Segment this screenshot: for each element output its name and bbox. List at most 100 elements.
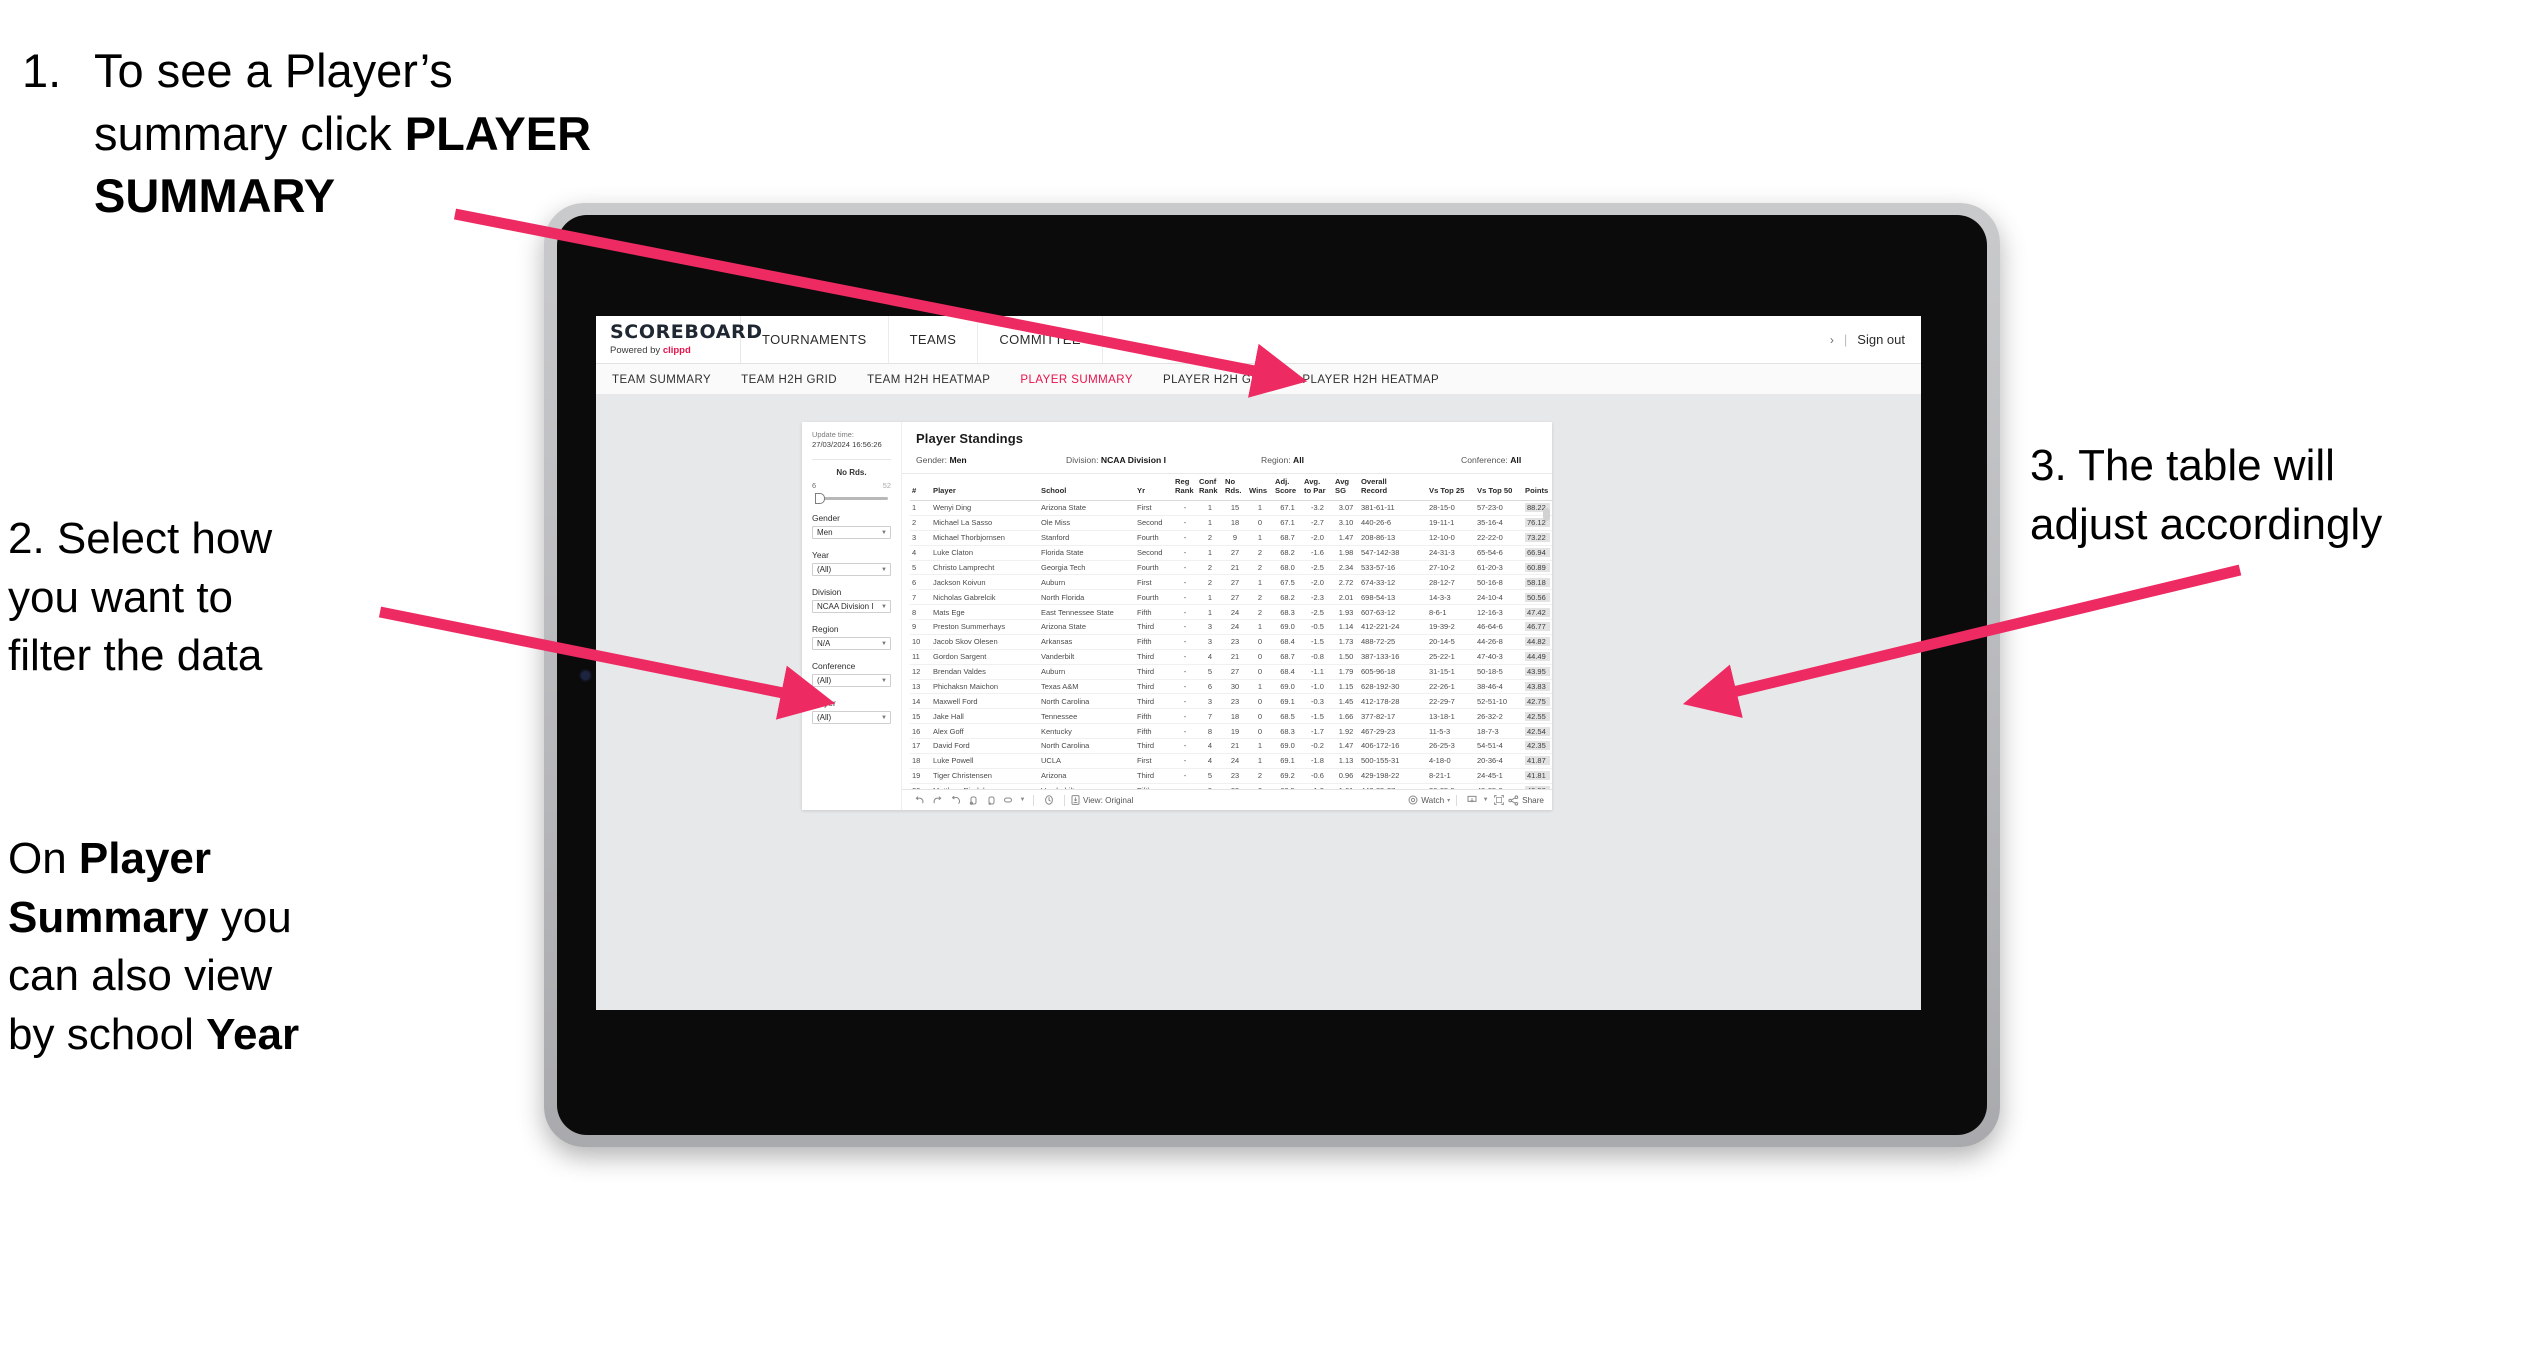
col-avg-sg[interactable]: Avg SG — [1333, 474, 1359, 501]
table-row[interactable]: 16 Alex Goff Kentucky Fifth -8 19 0 68.3 -1.7 1.9… — [910, 723, 1552, 739]
topbar-divider: | — [1843, 332, 1848, 347]
table-row[interactable]: 12 Brendan Valdes Auburn Third -5 27 0 68.4 -1.1… — [910, 664, 1552, 680]
cell-rank: 12 — [910, 664, 931, 680]
col-yr[interactable]: Yr — [1135, 474, 1173, 501]
refresh-data-icon[interactable] — [964, 792, 982, 808]
tab-player-summary[interactable]: PLAYER SUMMARY — [1020, 374, 1133, 386]
redo-icon[interactable] — [928, 792, 946, 808]
cell-conf-rank: 3 — [1197, 634, 1223, 650]
table-row[interactable]: 1 Wenyi Ding Arizona State First -1 15 1 67.1 -3… — [910, 500, 1552, 516]
table-row[interactable]: 4 Luke Claton Florida State Second -1 27 2 68.2… — [910, 545, 1552, 561]
download-icon[interactable] — [1463, 792, 1481, 808]
filter-region-select[interactable]: N/A ▼ — [812, 637, 891, 651]
col-wins[interactable]: Wins — [1247, 474, 1273, 501]
undo-icon[interactable] — [910, 792, 928, 808]
cell-adj-score: 67.1 — [1273, 515, 1302, 531]
cell-avg-to-par: -0.5 — [1302, 619, 1333, 635]
highlight-caret-icon[interactable]: ▼ — [1018, 792, 1027, 808]
col-vs-top-50[interactable]: Vs Top 50 — [1475, 474, 1523, 501]
table-row[interactable]: 13 Phichaksn Maichon Texas A&M Third -6 30 1 69… — [910, 679, 1552, 695]
col-school[interactable]: School — [1039, 474, 1135, 501]
cell-no-rds: 9 — [1223, 530, 1247, 546]
col-adj-score[interactable]: Adj. Score — [1273, 474, 1302, 501]
watch-button[interactable]: Watch ▾ — [1408, 795, 1450, 805]
table-row[interactable]: 10 Jacob Skov Olesen Arkansas Fifth -3 23 0 68.… — [910, 634, 1552, 650]
annotation-step-2-line3: filter the data — [8, 631, 263, 681]
cell-conf-rank: 1 — [1197, 589, 1223, 606]
col-player[interactable]: Player — [931, 474, 1039, 501]
table-row[interactable]: 2 Michael La Sasso Ole Miss Second -1 18 0 67.1… — [910, 515, 1552, 531]
fullscreen-icon[interactable] — [1490, 792, 1508, 808]
brand-logo[interactable]: SCOREBOARD Powered by clippd — [596, 316, 763, 363]
table-row[interactable]: 15 Jake Hall Tennessee Fifth -7 18 0 68.5 -1.5 1.… — [910, 708, 1552, 725]
share-button[interactable]: Share — [1508, 794, 1544, 806]
col-rank[interactable]: # — [910, 474, 931, 501]
filter-gender-select[interactable]: Men ▼ — [812, 526, 891, 540]
cell-reg-rank: - — [1173, 768, 1197, 784]
revert-icon[interactable] — [946, 792, 964, 808]
cell-vs-top-50: 44-26-8 — [1475, 634, 1523, 650]
highlight-icon[interactable] — [1000, 792, 1018, 808]
sign-out-button[interactable]: Sign out — [1857, 332, 1905, 347]
slider-handle[interactable] — [815, 493, 825, 505]
no-rounds-slider-track[interactable] — [812, 493, 891, 505]
tab-team-h2h-heatmap[interactable]: TEAM H2H HEATMAP — [867, 374, 990, 386]
table-row[interactable]: 8 Mats Ege East Tennessee State Fifth -1 24 2 6… — [910, 604, 1552, 620]
cell-wins: 0 — [1247, 708, 1273, 725]
table-row[interactable]: 17 David Ford North Carolina Third -4 21 1 69.0… — [910, 738, 1552, 754]
cell-yr: Second — [1135, 545, 1173, 561]
cell-overall-record: 488-72-25 — [1359, 634, 1427, 650]
topnav-item-committee[interactable]: COMMITTEE — [978, 316, 1103, 363]
tab-team-h2h-grid[interactable]: TEAM H2H GRID — [741, 374, 837, 386]
table-row[interactable]: 11 Gordon Sargent Vanderbilt Third -4 21 0 68.7… — [910, 649, 1552, 665]
summary-region: Region: All — [1261, 455, 1461, 465]
topnav-item-teams[interactable]: TEAMS — [889, 316, 979, 363]
col-avg-to-par[interactable]: Avg. to Par — [1302, 474, 1333, 501]
no-rounds-max: 52 — [882, 481, 891, 491]
col-no-rds[interactable]: No Rds. — [1223, 474, 1247, 501]
annotation-step-1-line3-bold: SUMMARY — [94, 169, 336, 222]
cell-adj-score: 68.2 — [1273, 589, 1302, 606]
cell-player: Matthew Riedel — [931, 783, 1039, 789]
cell-conf-rank: 1 — [1197, 515, 1223, 531]
annotation-step-3-line2: adjust accordingly — [2030, 499, 2383, 549]
scrollbar-thumb[interactable] — [1543, 508, 1550, 521]
table-row[interactable]: 20Matthew RiedelVanderbiltFifth-923068.5… — [910, 783, 1552, 789]
chevron-right-icon[interactable]: › — [1830, 333, 1834, 347]
table-row[interactable]: 7 Nicholas Gabrelcik North Florida Fourth -1… — [910, 589, 1552, 606]
table-row[interactable]: 19 Tiger Christensen Arizona Third -5 23 2 69.2… — [910, 768, 1552, 784]
pause-auto-update-icon[interactable] — [1040, 792, 1058, 808]
table-row[interactable]: 9 Preston Summerhays Arizona State Third -3 2… — [910, 619, 1552, 635]
cell-adj-score: 69.0 — [1273, 738, 1302, 754]
tab-team-summary[interactable]: TEAM SUMMARY — [612, 374, 711, 386]
col-points[interactable]: Points — [1523, 474, 1552, 501]
table-row[interactable]: 3 Michael Thorbjornsen Stanford Fourth -2 9 1 6… — [910, 530, 1552, 546]
cell-avg-sg: 2.34 — [1333, 560, 1359, 576]
brand-title: SCOREBOARD — [610, 321, 763, 343]
pause-updates-icon[interactable] — [982, 792, 1000, 808]
cell-conf-rank: 5 — [1197, 664, 1223, 680]
col-reg-rank[interactable]: Reg Rank — [1173, 474, 1197, 501]
filter-player-select[interactable]: (All) ▼ — [812, 711, 891, 725]
cell-adj-score: 68.3 — [1273, 723, 1302, 739]
tab-player-h2h-heatmap[interactable]: PLAYER H2H HEATMAP — [1302, 374, 1439, 386]
no-rounds-slider-filter[interactable]: No Rds. 6 52 — [812, 468, 891, 505]
view-original-button[interactable]: View: Original — [1071, 795, 1133, 805]
download-caret-icon[interactable]: ▼ — [1481, 792, 1490, 808]
table-row[interactable]: 14 Maxwell Ford North Carolina Third -3 23 0 69… — [910, 693, 1552, 710]
table-vertical-scrollbar[interactable] — [1543, 508, 1550, 785]
cell-avg-to-par: -2.0 — [1302, 574, 1333, 591]
filter-year-select[interactable]: (All) ▼ — [812, 563, 891, 577]
table-row[interactable]: 5 Christo Lamprecht Georgia Tech Fourth -2 21… — [910, 560, 1552, 576]
summary-conference-label: Conference: — [1461, 455, 1511, 465]
table-row[interactable]: 18 Luke Powell UCLA First -4 24 1 69.1 -1.8 1.13 5… — [910, 753, 1552, 769]
tab-player-h2h-grid[interactable]: PLAYER H2H GRID — [1163, 374, 1272, 386]
filter-conference-select[interactable]: (All) ▼ — [812, 674, 891, 688]
col-vs-top-25[interactable]: Vs Top 25 — [1427, 474, 1475, 501]
table-row[interactable]: 6 Jackson Koivun Auburn First -2 27 1 67.5 -2.0 2… — [910, 574, 1552, 591]
filter-division-select[interactable]: NCAA Division I ▼ — [812, 600, 891, 614]
front-camera-icon — [581, 671, 590, 680]
col-overall-record[interactable]: Overall Record — [1359, 474, 1427, 501]
col-conf-rank[interactable]: Conf Rank — [1197, 474, 1223, 501]
topnav-item-tournaments[interactable]: TOURNAMENTS — [741, 316, 889, 363]
